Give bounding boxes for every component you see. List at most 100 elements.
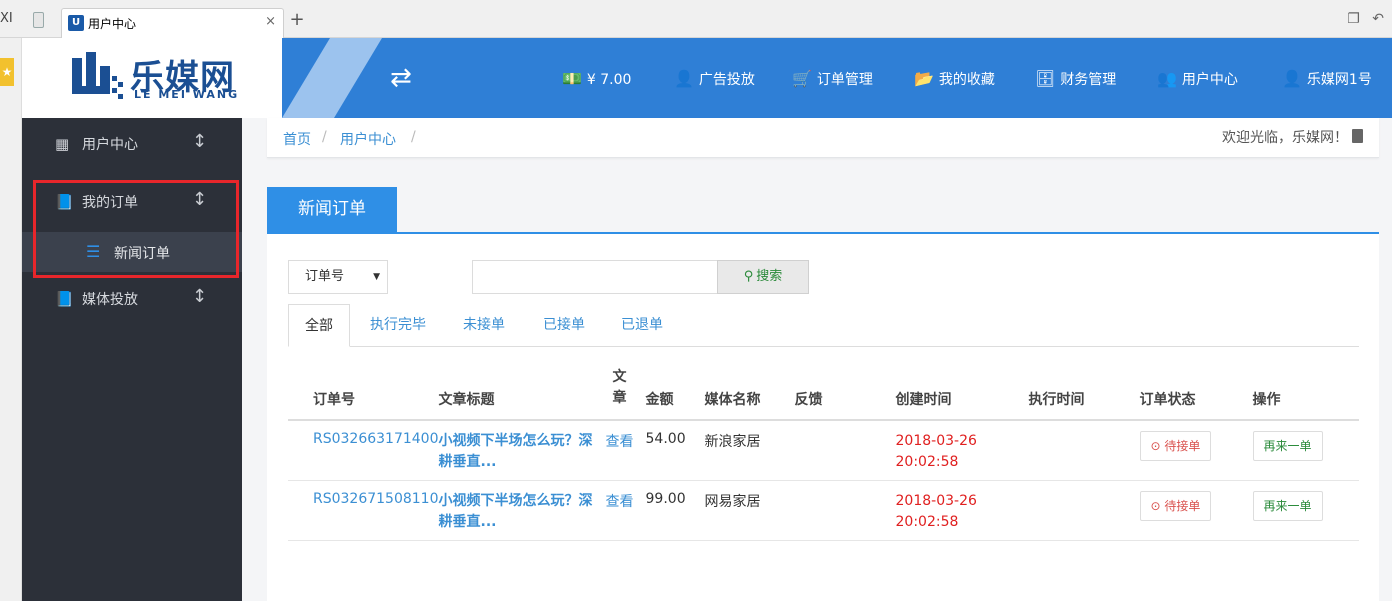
article-title[interactable]: 小视频下半场怎么玩？深耕垂直...	[438, 480, 594, 541]
money-icon: 💵	[562, 69, 582, 88]
status-label: 待接单	[1164, 439, 1201, 453]
browser-tab[interactable]: U 用户中心 ×	[61, 8, 284, 38]
tab-not-accepted[interactable]: 未接单	[448, 304, 520, 347]
breadcrumb-user-center[interactable]: 用户中心	[340, 129, 396, 149]
database-icon: 🗄	[1035, 69, 1056, 88]
sidebar-item-label: 我的订单	[82, 195, 138, 211]
column-header: 订单状态	[1139, 362, 1253, 421]
header-slant-decoration	[282, 38, 382, 118]
sidebar-item-my-orders[interactable]: 📘 我的订单 ↕	[22, 176, 242, 228]
status-badge[interactable]: ⊙ 待接单	[1139, 490, 1212, 521]
search-button-label: 搜索	[756, 269, 783, 284]
sidebar-subitem-label: 新闻订单	[114, 246, 170, 262]
list-icon: ☰	[86, 242, 101, 261]
welcome-text: 欢迎光临，乐媒网！	[1222, 127, 1363, 147]
search-icon: ⚲	[743, 269, 754, 284]
account-icon: 👤	[1282, 69, 1302, 88]
media-name: 网易家居	[704, 480, 795, 541]
feedback	[794, 420, 896, 481]
order-amount: 54.00	[645, 420, 705, 481]
feedback	[794, 480, 896, 541]
order-status-cell: ⊙ 待接单	[1139, 420, 1253, 481]
tab-refunded[interactable]: 已退单	[606, 304, 678, 347]
nav-order-management[interactable]: 🛒 订单管理	[792, 68, 873, 90]
order-id[interactable]: RS032663171400	[288, 420, 439, 481]
close-icon[interactable]: ×	[265, 14, 276, 29]
favicon-icon: U	[68, 15, 84, 31]
executed-time	[1028, 420, 1140, 481]
favorite-star-icon[interactable]: ★	[0, 58, 14, 86]
status-badge[interactable]: ⊙ 待接单	[1139, 431, 1212, 461]
view-link[interactable]: 查看	[593, 480, 646, 541]
order-status-tabs: 全部 执行完毕 未接单 已接单 已退单	[288, 304, 1359, 347]
browser-tab-title: 用户中心	[88, 17, 137, 31]
media-name: 新浪家居	[704, 420, 795, 481]
view-link[interactable]: 查看	[593, 420, 646, 481]
breadcrumb-separator: /	[322, 129, 327, 145]
column-header: 媒体名称	[704, 362, 795, 421]
user-icon: 👤	[674, 69, 694, 88]
tab-completed[interactable]: 执行完毕	[356, 304, 440, 347]
reorder-button[interactable]: 再来一单	[1252, 431, 1323, 461]
nav-finance[interactable]: 🗄 财务管理	[1035, 68, 1116, 90]
column-header: 执行时间	[1028, 362, 1140, 421]
cart-icon: 🛒	[792, 69, 812, 88]
breadcrumb-home[interactable]: 首页	[283, 129, 311, 149]
nav-label: 订单管理	[816, 72, 873, 88]
nav-label: 广告投放	[698, 72, 755, 88]
expand-arrows-icon: ↕	[192, 189, 208, 210]
nav-balance[interactable]: 💵 ¥ 7.00	[562, 68, 631, 90]
table-header-row: 订单号 文章标题 文 章 金额 媒体名称 反馈 创建时间 执行时间 订单状态 操…	[288, 362, 1359, 421]
table-row: RS032671508110 小视频下半场怎么玩？深耕垂直... 查看 99.0…	[288, 480, 1359, 541]
column-header: 操作	[1252, 362, 1359, 421]
action-cell: 再来一单	[1252, 420, 1359, 481]
sidebar-toggle-icon[interactable]: ⇄	[390, 64, 412, 92]
restore-window-icon[interactable]: ❐	[1347, 11, 1360, 27]
column-header: 订单号	[288, 362, 439, 421]
logo-mark-icon	[72, 52, 123, 99]
article-title[interactable]: 小视频下半场怎么玩？深耕垂直...	[438, 420, 594, 481]
balance-value: ¥ 7.00	[586, 72, 632, 88]
nav-label: 财务管理	[1060, 72, 1117, 88]
search-button[interactable]: ⚲ 搜索	[717, 260, 809, 294]
column-header: 文 章	[593, 362, 646, 421]
logo-subtitle: LE MEI WANG	[134, 88, 240, 101]
sidebar-subitem-news-orders[interactable]: ☰ 新闻订单	[22, 232, 242, 272]
nav-favorites[interactable]: 📂 我的收藏	[914, 68, 995, 90]
table-row: RS032663171400 小视频下半场怎么玩？深耕垂直... 查看 54.0…	[288, 420, 1359, 481]
search-input[interactable]	[472, 260, 718, 294]
column-header: 创建时间	[895, 362, 1029, 421]
search-field-select[interactable]: 订单号 ▼	[288, 260, 388, 294]
nav-user-center[interactable]: 👥 用户中心	[1157, 68, 1238, 90]
new-tab-button[interactable]: +	[287, 10, 307, 32]
column-header: 金额	[645, 362, 705, 421]
order-amount: 99.00	[645, 480, 705, 541]
expand-arrows-icon: ↕	[192, 286, 208, 307]
executed-time	[1028, 480, 1140, 541]
caret-down-icon: ▼	[373, 272, 380, 282]
breadcrumb-separator: /	[411, 129, 416, 145]
column-header: 文章标题	[438, 362, 594, 421]
undo-icon[interactable]: ↶	[1372, 11, 1384, 27]
tab-accepted[interactable]: 已接单	[528, 304, 600, 347]
mobile-icon[interactable]	[33, 12, 44, 28]
calculator-icon[interactable]	[1352, 129, 1363, 143]
nav-label: 用户中心	[1181, 72, 1238, 88]
order-id[interactable]: RS032671508110	[288, 480, 439, 541]
sidebar-item-media-delivery[interactable]: 📘 媒体投放 ↕	[22, 273, 242, 325]
reorder-button[interactable]: 再来一单	[1252, 490, 1323, 521]
sidebar-item-user-center[interactable]: ▦ 用户中心 ↕	[22, 118, 242, 170]
expand-arrows-icon: ↕	[192, 131, 208, 152]
nav-account[interactable]: 👤 乐媒网1号	[1282, 68, 1372, 90]
users-icon: 👥	[1157, 69, 1177, 88]
browser-side-strip: ★	[0, 38, 22, 601]
created-time: 2018-03-26 20:02:58	[895, 420, 1029, 481]
tab-stub-label[interactable]: XI	[0, 11, 13, 26]
sidebar: ▦ 用户中心 ↕ 📘 我的订单 ↕ ☰ 新闻订单 📘 媒体投放 ↕	[22, 118, 242, 601]
created-time: 2018-03-26 20:02:58	[895, 480, 1029, 541]
sidebar-item-label: 媒体投放	[82, 292, 138, 308]
welcome-label: 欢迎光临，乐媒网！	[1222, 130, 1348, 146]
nav-ad-delivery[interactable]: 👤 广告投放	[674, 68, 755, 90]
tab-all[interactable]: 全部	[288, 304, 350, 347]
top-navbar: ⇄ 💵 ¥ 7.00 👤 广告投放 🛒 订单管理 📂 我的收藏 🗄 财务管理 👥 用户中心 …	[282, 38, 1392, 118]
